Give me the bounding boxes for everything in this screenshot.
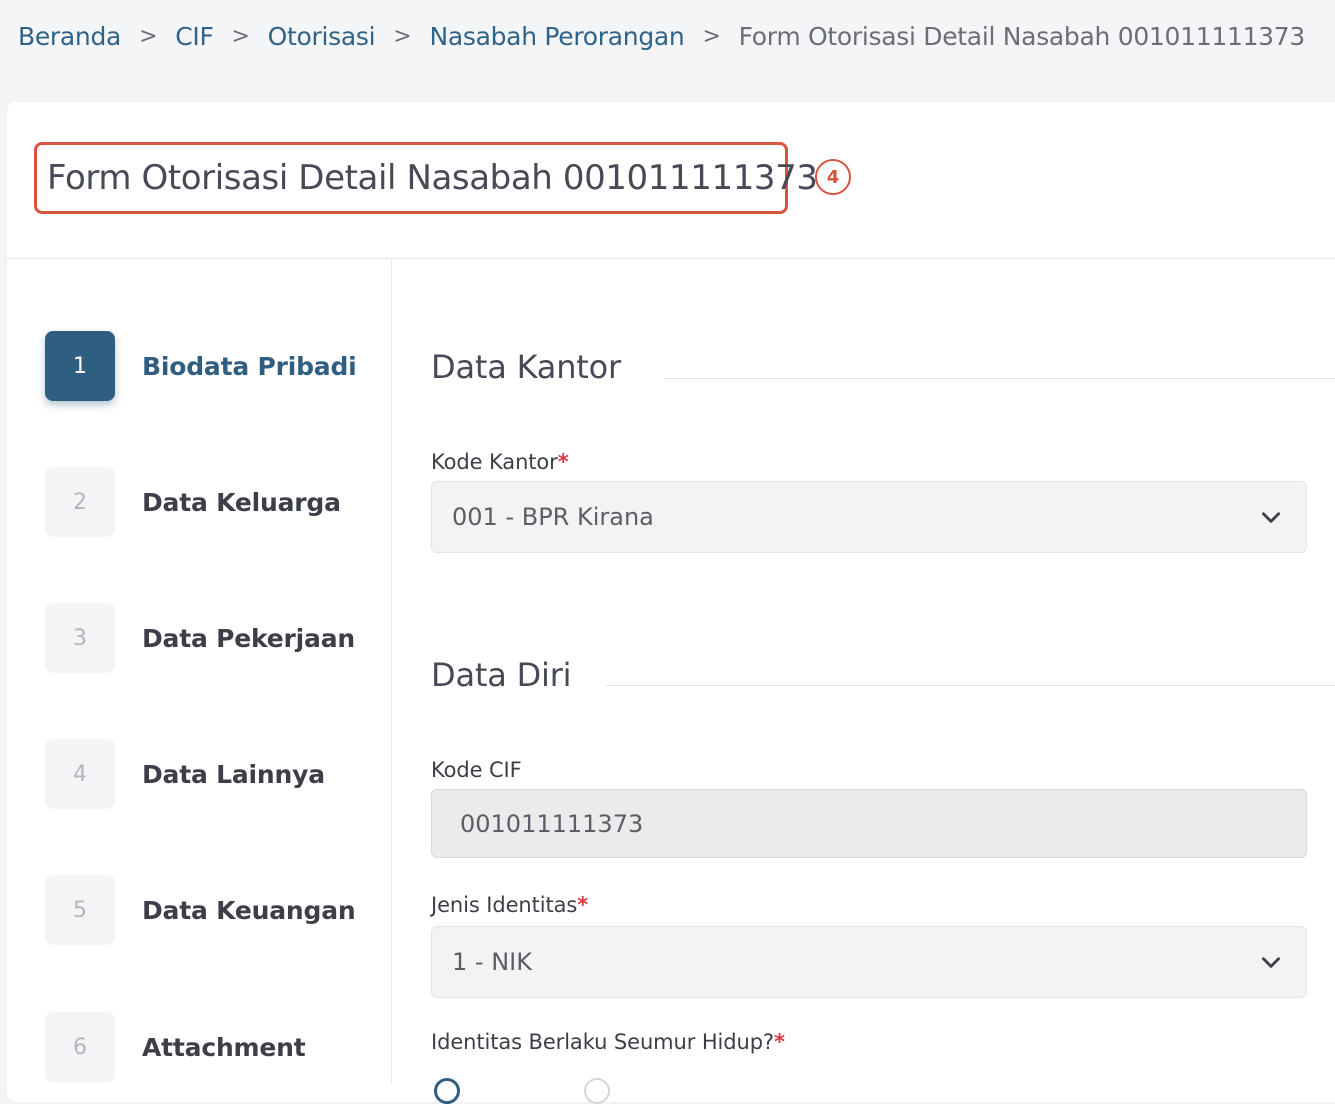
section-divider <box>606 685 1335 686</box>
step-label: Data Pekerjaan <box>142 623 355 653</box>
label-kode-kantor: Kode Kantor* <box>431 450 569 474</box>
page-title: Form Otorisasi Detail Nasabah 0010111113… <box>47 158 818 198</box>
label-jenis-identitas: Jenis Identitas* <box>431 893 588 917</box>
label-identitas-seumur-hidup: Identitas Berlaku Seumur Hidup?* <box>431 1030 785 1054</box>
kode-cif-field[interactable]: 001011111373 <box>431 789 1307 858</box>
chevron-down-icon <box>1262 957 1280 968</box>
breadcrumb-link-otorisasi[interactable]: Otorisasi <box>268 22 376 51</box>
breadcrumb-separator: > <box>702 23 721 49</box>
breadcrumb-link-nasabah-perorangan[interactable]: Nasabah Perorangan <box>429 22 684 51</box>
step-data-keluarga[interactable]: 2 Data Keluarga <box>45 467 341 537</box>
section-title-data-kantor: Data Kantor <box>431 348 621 386</box>
section-divider <box>664 378 1335 379</box>
step-number: 2 <box>45 467 115 537</box>
jenis-identitas-value: 1 - NIK <box>452 948 532 976</box>
breadcrumb-separator: > <box>139 23 158 49</box>
step-label: Biodata Pribadi <box>142 351 357 381</box>
label-text: Kode CIF <box>431 758 522 782</box>
label-text: Identitas Berlaku Seumur Hidup? <box>431 1030 774 1054</box>
label-kode-cif: Kode CIF <box>431 758 522 782</box>
kode-kantor-value: 001 - BPR Kirana <box>452 503 654 531</box>
step-label: Attachment <box>142 1032 306 1062</box>
breadcrumb-link-cif[interactable]: CIF <box>175 22 214 51</box>
step-label: Data Keuangan <box>142 895 356 925</box>
label-text: Kode Kantor <box>431 450 558 474</box>
required-marker: * <box>773 1030 785 1054</box>
step-data-lainnya[interactable]: 4 Data Lainnya <box>45 739 325 809</box>
step-attachment[interactable]: 6 Attachment <box>45 1012 306 1082</box>
breadcrumb-separator: > <box>393 23 412 49</box>
label-text: Jenis Identitas <box>431 893 578 917</box>
chevron-down-icon <box>1262 512 1280 523</box>
step-data-keuangan[interactable]: 5 Data Keuangan <box>45 875 356 945</box>
step-number: 5 <box>45 875 115 945</box>
step-number: 3 <box>45 603 115 673</box>
annotation-marker: 4 <box>815 159 851 195</box>
step-data-pekerjaan[interactable]: 3 Data Pekerjaan <box>45 603 355 673</box>
section-title-data-diri: Data Diri <box>431 656 572 694</box>
kode-cif-value: 001011111373 <box>460 809 644 838</box>
required-marker: * <box>577 893 589 917</box>
step-label: Data Keluarga <box>142 487 341 517</box>
jenis-identitas-select[interactable]: 1 - NIK <box>431 926 1307 998</box>
breadcrumb: Beranda > CIF > Otorisasi > Nasabah Pero… <box>18 18 1305 54</box>
page-title-highlight: Form Otorisasi Detail Nasabah 0010111113… <box>34 142 818 214</box>
radio-option-selected[interactable] <box>434 1078 460 1104</box>
sidebar-divider <box>391 259 392 1084</box>
required-marker: * <box>557 450 569 474</box>
step-biodata-pribadi[interactable]: 1 Biodata Pribadi <box>45 331 357 401</box>
breadcrumb-current: Form Otorisasi Detail Nasabah 0010111113… <box>738 21 1306 51</box>
kode-kantor-select[interactable]: 001 - BPR Kirana <box>431 481 1307 553</box>
header-divider <box>7 258 1335 259</box>
step-number: 6 <box>45 1012 115 1082</box>
step-number: 4 <box>45 739 115 809</box>
step-label: Data Lainnya <box>142 759 325 789</box>
breadcrumb-link-beranda[interactable]: Beranda <box>18 22 121 51</box>
step-number: 1 <box>45 331 115 401</box>
breadcrumb-separator: > <box>231 23 250 49</box>
radio-option[interactable] <box>584 1078 610 1104</box>
